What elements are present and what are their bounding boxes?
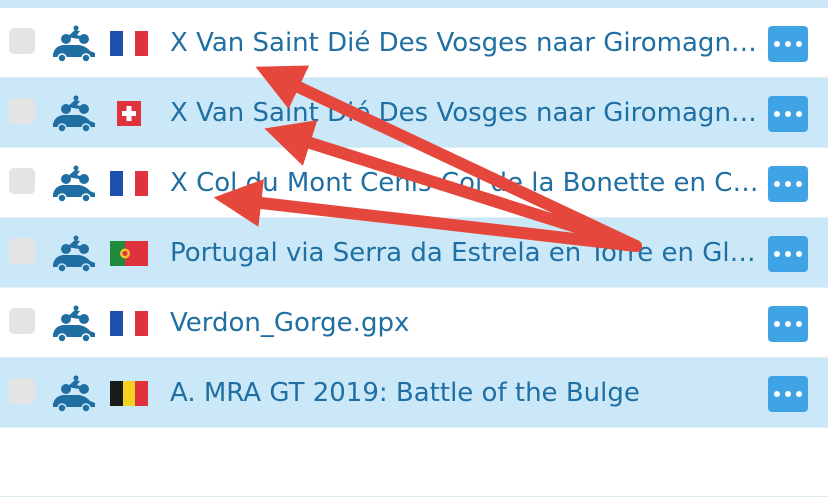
ellipsis-icon (774, 391, 780, 397)
france-flag-icon (110, 171, 148, 196)
route-checkbox[interactable] (9, 28, 35, 54)
motorcycle-and-car-icon (53, 95, 95, 133)
more-options-button[interactable] (768, 166, 808, 202)
route-checkbox[interactable] (9, 308, 35, 334)
route-row[interactable]: Verdon_Gorge.gpx (0, 288, 828, 358)
route-title[interactable]: A. MRA GT 2019: Battle of the Bulge (170, 374, 766, 412)
route-row[interactable]: X Col du Mont Cenis-Col de la Bonette en… (0, 148, 828, 218)
route-title[interactable]: X Col du Mont Cenis-Col de la Bonette en… (170, 164, 766, 202)
route-checkbox[interactable] (9, 98, 35, 124)
route-row[interactable]: X Van Saint Dié Des Vosges naar Giromagn… (0, 8, 828, 78)
ellipsis-icon (774, 41, 780, 47)
switzerland-flag-icon (117, 101, 141, 126)
route-title[interactable]: Portugal via Serra da Estrela en Torre e… (170, 234, 766, 272)
ellipsis-icon (774, 251, 780, 257)
route-title[interactable]: X Van Saint Dié Des Vosges naar Giromagn… (170, 94, 766, 132)
ellipsis-icon (774, 111, 780, 117)
ellipsis-icon (774, 321, 780, 327)
route-checkbox[interactable] (9, 168, 35, 194)
motorcycle-and-car-icon (53, 305, 95, 343)
belgium-flag-icon (110, 381, 148, 406)
motorcycle-and-car-icon (53, 165, 95, 203)
france-flag-icon (110, 311, 148, 336)
more-options-button[interactable] (768, 26, 808, 62)
route-list: X Van Saint Dié Des Vosges naar Giromagn… (0, 8, 828, 428)
route-row[interactable]: Portugal via Serra da Estrela en Torre e… (0, 218, 828, 288)
route-checkbox[interactable] (9, 238, 35, 264)
motorcycle-and-car-icon (53, 375, 95, 413)
more-options-button[interactable] (768, 306, 808, 342)
ellipsis-icon (774, 181, 780, 187)
france-flag-icon (110, 31, 148, 56)
motorcycle-and-car-icon (53, 235, 95, 273)
more-options-button[interactable] (768, 96, 808, 132)
list-top-strip (0, 0, 828, 8)
route-row[interactable]: A. MRA GT 2019: Battle of the Bulge (0, 358, 828, 428)
more-options-button[interactable] (768, 376, 808, 412)
more-options-button[interactable] (768, 236, 808, 272)
route-title[interactable]: Verdon_Gorge.gpx (170, 304, 766, 342)
motorcycle-and-car-icon (53, 25, 95, 63)
route-row[interactable]: X Van Saint Dié Des Vosges naar Giromagn… (0, 78, 828, 148)
list-bottom-divider (0, 496, 828, 497)
portugal-flag-icon (110, 241, 148, 266)
route-checkbox[interactable] (9, 378, 35, 404)
route-title[interactable]: X Van Saint Dié Des Vosges naar Giromagn… (170, 24, 766, 62)
